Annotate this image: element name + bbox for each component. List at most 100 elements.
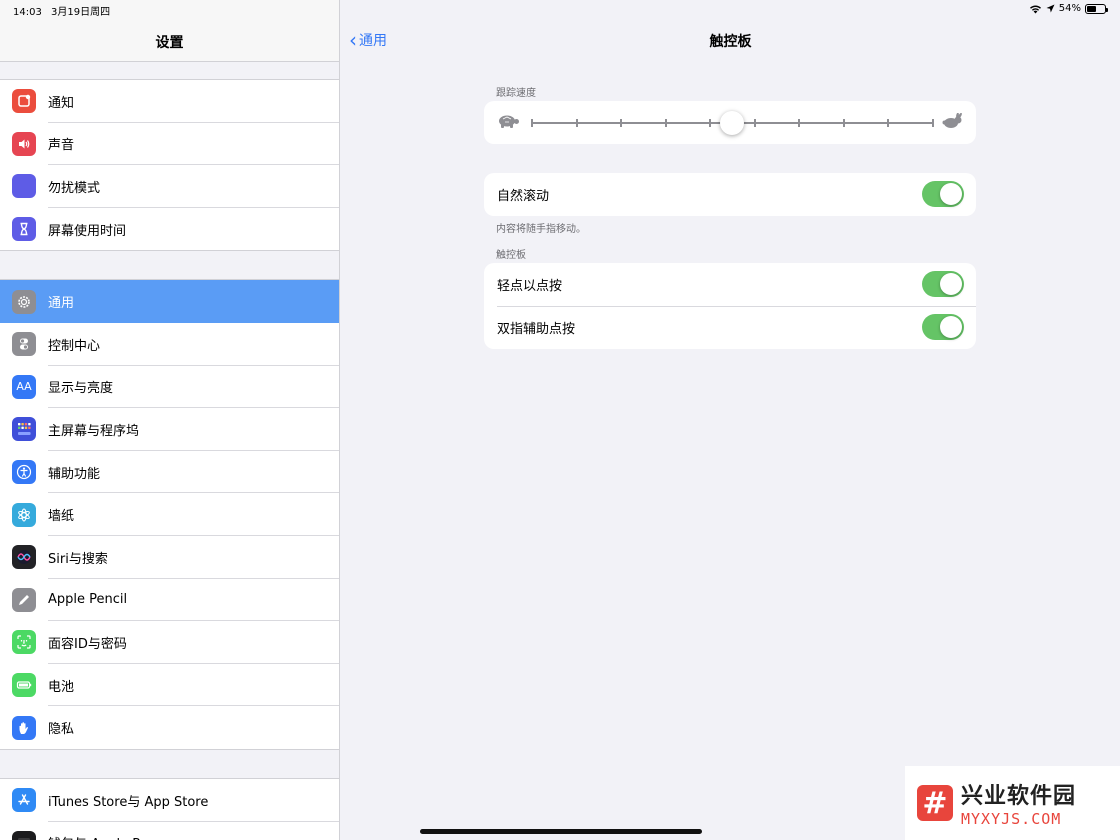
- toggle-knob: [940, 273, 962, 295]
- sidebar-item-label: 钱包与 Apple Pay: [48, 833, 155, 840]
- siri-icon: [12, 545, 36, 570]
- sidebar-item-hand[interactable]: 隐私: [0, 706, 339, 749]
- battery-fill: [1087, 5, 1097, 12]
- sidebar-item-toggles[interactable]: 控制中心: [0, 323, 339, 366]
- sidebar-item-label: 面容ID与密码: [48, 636, 127, 652]
- moon-icon: [12, 174, 36, 199]
- natural-scroll-footnote: 内容将随手指移动。: [496, 224, 586, 235]
- toggle-knob: [940, 183, 962, 205]
- sidebar-item-hourglass[interactable]: 屏幕使用时间: [0, 208, 339, 251]
- status-bar-left: 14:03 3月19日周四: [13, 3, 116, 18]
- tracking-speed-slider[interactable]: [484, 101, 976, 144]
- turtle-icon: [499, 115, 519, 128]
- trackpad-section-header: 触控板: [496, 250, 526, 261]
- sidebar-item-battery[interactable]: 电池: [0, 664, 339, 707]
- tap-to-click-toggle[interactable]: [922, 271, 964, 297]
- bell-icon: [12, 89, 36, 114]
- two-finger-click-row: 双指辅助点按: [484, 306, 976, 349]
- toggle-knob: [940, 316, 962, 338]
- sidebar-item-bell[interactable]: 通知: [0, 80, 339, 123]
- gear-icon: [12, 289, 36, 314]
- sidebar-item-label: iTunes Store与 App Store: [48, 794, 209, 810]
- text-size-icon: AA: [12, 374, 36, 399]
- natural-scroll-card: 自然滚动: [484, 173, 976, 216]
- watermark-cn: 兴业软件园: [961, 784, 1077, 809]
- sidebar-item-label: 声音: [48, 138, 75, 154]
- sidebar-item-moon[interactable]: 勿扰模式: [0, 165, 339, 208]
- slider-tick: [620, 119, 623, 127]
- sidebar-item-label: 控制中心: [48, 338, 101, 354]
- settings-group: iTunes Store与 App Store 钱包与 Apple Pay: [0, 777, 339, 840]
- sidebar-item-app-store[interactable]: iTunes Store与 App Store: [0, 779, 339, 822]
- slider-tick: [575, 119, 578, 127]
- tap-to-click-label: 轻点以点按: [497, 279, 563, 294]
- page-title: 触控板: [709, 34, 752, 50]
- pencil-icon: [12, 587, 36, 612]
- sidebar-item-text-size[interactable]: AA 显示与亮度: [0, 366, 339, 409]
- accessibility-icon: [12, 460, 36, 485]
- sidebar-item-label: 屏幕使用时间: [48, 223, 127, 239]
- sidebar-item-siri[interactable]: Siri与搜索: [0, 536, 339, 579]
- grid-icon: [12, 417, 36, 442]
- settings-sidebar: 设置 通知声音勿扰模式屏幕使用时间 通用控制中心 AA 显示与亮度主屏幕与程序坞 辅助功…: [0, 0, 340, 840]
- sidebar-item-label: 墙纸: [48, 509, 75, 525]
- slider-tick: [531, 119, 533, 127]
- two-finger-click-label: 双指辅助点按: [497, 322, 576, 337]
- slider-thumb[interactable]: [719, 111, 744, 135]
- watermark-logo: #: [917, 785, 953, 821]
- speaker-icon: [12, 131, 36, 156]
- nav-bar: ‹ 通用 触控板: [341, 0, 1120, 62]
- hourglass-icon: [12, 217, 36, 242]
- battery-icon: [12, 673, 36, 698]
- group-gap: [0, 251, 339, 279]
- hand-icon: [12, 715, 36, 740]
- sidebar-item-label: 通知: [48, 95, 75, 111]
- watermark-text: 兴业软件园 MYXYJS.COM: [961, 778, 1076, 828]
- sidebar-item-accessibility[interactable]: 辅助功能: [0, 451, 339, 494]
- slider-tick: [753, 119, 756, 127]
- face-id-icon: [12, 630, 36, 655]
- flower-icon: [12, 502, 36, 527]
- tracking-speed-header: 跟踪速度: [496, 88, 536, 99]
- location-arrow-icon: [1046, 4, 1055, 13]
- slider-tick: [798, 119, 801, 127]
- sidebar-title: 设置: [155, 35, 184, 51]
- sidebar-item-label: 主屏幕与程序坞: [48, 423, 140, 439]
- slider-tick: [709, 119, 712, 127]
- sidebar-item-pencil[interactable]: Apple Pencil: [0, 579, 339, 622]
- home-indicator[interactable]: [420, 829, 702, 834]
- sidebar-item-speaker[interactable]: 声音: [0, 123, 339, 166]
- two-finger-click-toggle[interactable]: [922, 314, 964, 340]
- sidebar-item-grid[interactable]: 主屏幕与程序坞: [0, 408, 339, 451]
- tracking-speed-card: [484, 101, 976, 144]
- wifi-icon: [1029, 5, 1041, 13]
- sidebar-item-label: 电池: [48, 679, 75, 695]
- battery-percent: 54%: [1058, 3, 1081, 14]
- slider-tick: [842, 119, 845, 127]
- trackpad-options-card: 轻点以点按 双指辅助点按: [484, 263, 976, 349]
- sidebar-item-flower[interactable]: 墙纸: [0, 493, 339, 536]
- sidebar-item-label: 勿扰模式: [48, 180, 101, 196]
- watermark-en: MYXYJS.COM: [961, 810, 1062, 828]
- sidebar-item-label: 隐私: [48, 722, 75, 738]
- natural-scroll-label: 自然滚动: [497, 189, 550, 204]
- sidebar-item-gear[interactable]: 通用: [0, 280, 339, 323]
- app-store-icon: [12, 788, 36, 813]
- sidebar-item-label: 通用: [48, 296, 75, 312]
- status-bar-right: 54%: [1029, 3, 1108, 14]
- natural-scroll-row: 自然滚动: [484, 173, 976, 216]
- toggles-icon: [12, 332, 36, 357]
- rabbit-icon: [942, 113, 962, 128]
- group-gap: [0, 750, 339, 778]
- natural-scroll-toggle[interactable]: [922, 181, 964, 207]
- settings-group: 通知声音勿扰模式屏幕使用时间: [0, 79, 339, 252]
- trackpad-detail: ‹ 通用 触控板 跟踪速度 自然滚动 内容将随手指移动。 触控板 轻点以点按 双…: [341, 0, 1120, 840]
- slider-tick: [887, 119, 890, 127]
- sidebar-groups: 通知声音勿扰模式屏幕使用时间 通用控制中心 AA 显示与亮度主屏幕与程序坞 辅助功能墙纸…: [0, 79, 339, 840]
- sidebar-item-label: 辅助功能: [48, 466, 101, 482]
- settings-group: 通用控制中心 AA 显示与亮度主屏幕与程序坞 辅助功能墙纸 Siri与搜索 Apple P…: [0, 279, 339, 750]
- sidebar-item-label: Siri与搜索: [48, 551, 108, 567]
- sidebar-item-label: 显示与亮度: [48, 381, 114, 397]
- sidebar-item-wallet[interactable]: 钱包与 Apple Pay: [0, 822, 339, 840]
- sidebar-item-face-id[interactable]: 面容ID与密码: [0, 621, 339, 664]
